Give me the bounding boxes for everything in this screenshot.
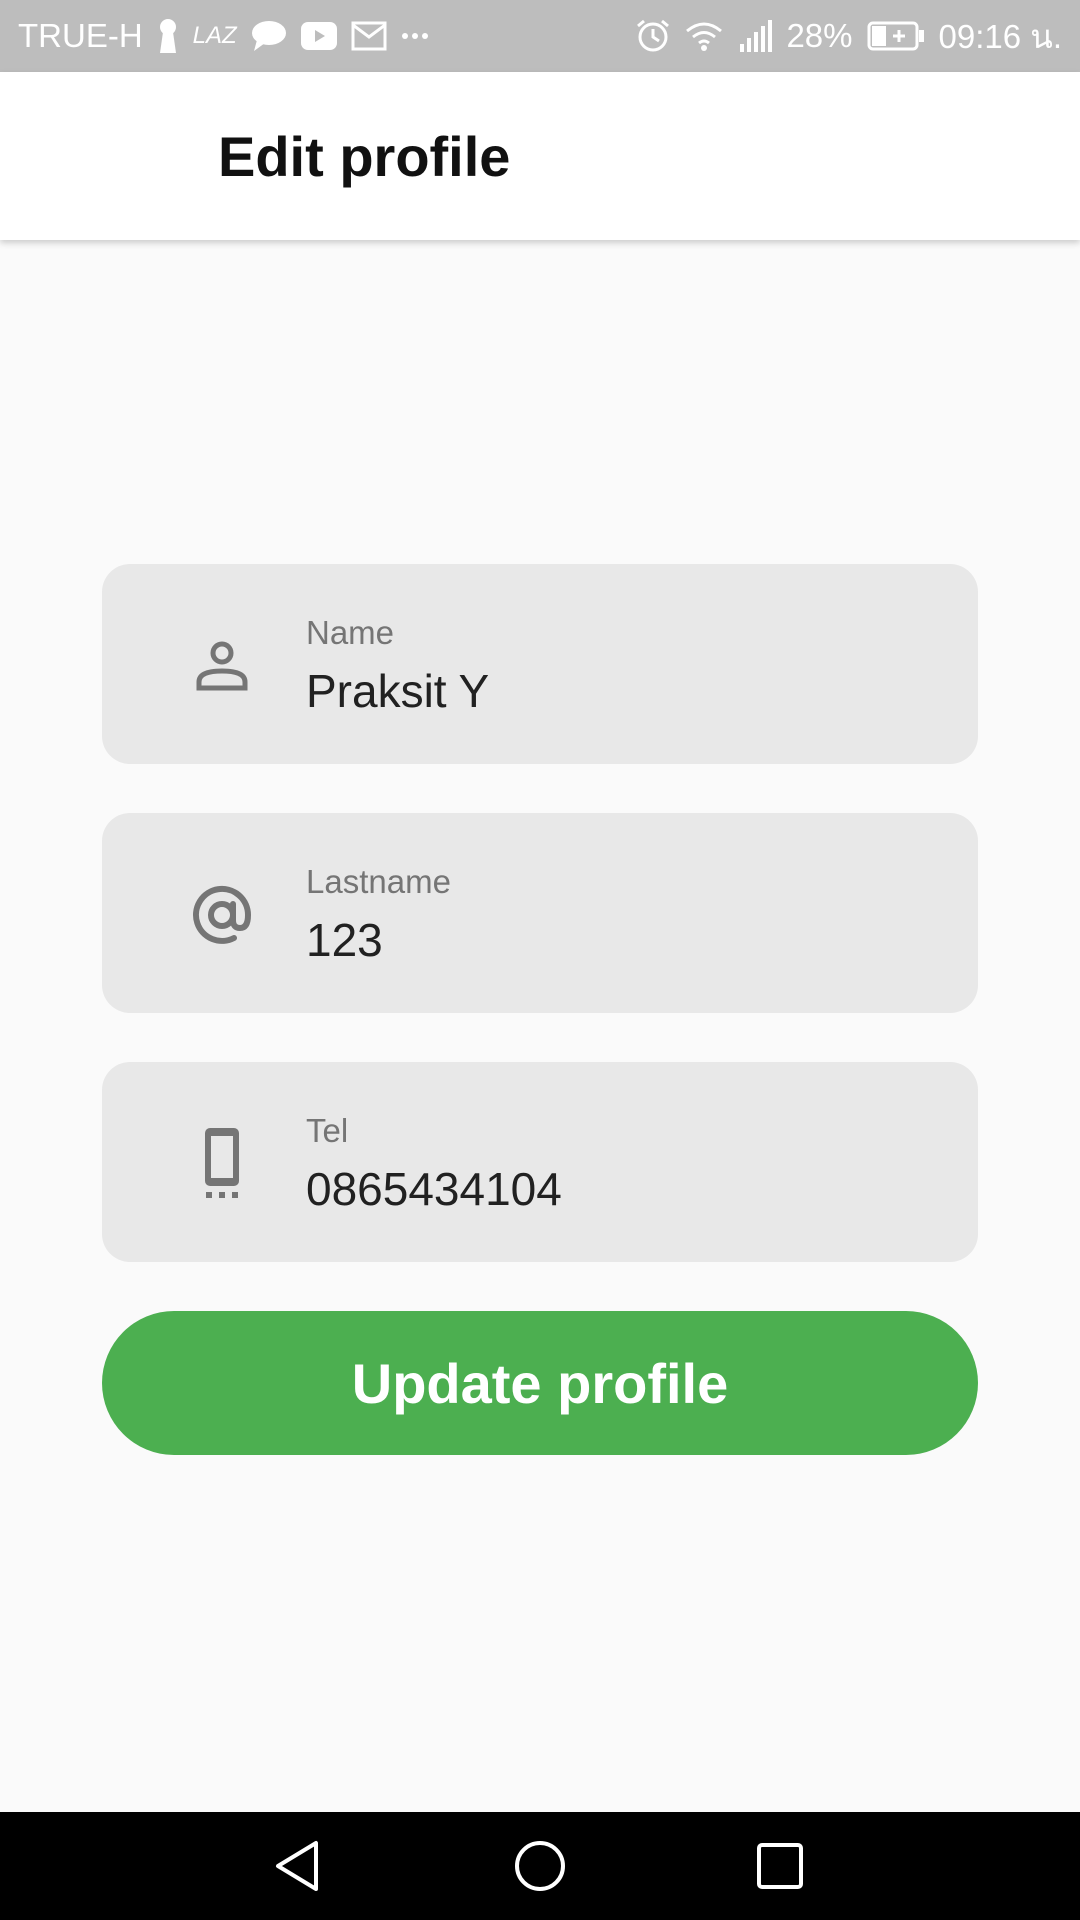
update-profile-button[interactable]: Update profile	[102, 1311, 978, 1455]
name-field[interactable]: Name Praksit Y	[102, 564, 978, 764]
wifi-icon	[684, 20, 724, 52]
more-dots-icon	[401, 31, 429, 41]
status-bar-left: TRUE-H LAZ	[18, 17, 429, 55]
tel-field-value[interactable]: 0865434104	[306, 1162, 562, 1216]
lastname-field-label: Lastname	[306, 863, 451, 900]
person-icon	[190, 634, 254, 698]
tel-field-label: Tel	[306, 1112, 349, 1149]
recents-square-icon[interactable]	[740, 1826, 820, 1906]
battery-charging-icon	[867, 21, 925, 51]
lastname-field-value[interactable]: 123	[306, 913, 383, 967]
youtube-icon	[300, 22, 337, 50]
alarm-icon	[636, 19, 670, 53]
signal-icon	[738, 20, 773, 52]
keyhole-icon	[157, 18, 179, 54]
battery-percent: 28%	[786, 17, 853, 54]
status-bar: TRUE-H LAZ 28% 09:16 น.	[0, 0, 1080, 72]
name-field-label: Name	[306, 614, 395, 651]
at-sign-icon	[190, 883, 254, 947]
smartphone-icon	[190, 1128, 254, 1198]
navigation-bar	[0, 1812, 1080, 1920]
carrier-name: TRUE-H	[18, 17, 143, 54]
clock-time: 09:16 น.	[938, 17, 1062, 55]
lastname-field[interactable]: Lastname 123	[102, 813, 978, 1013]
chat-bubble-icon	[251, 20, 287, 52]
back-triangle-icon[interactable]	[260, 1826, 340, 1906]
page-title: Edit profile	[218, 125, 511, 188]
tel-field[interactable]: Tel 0865434104	[102, 1062, 978, 1262]
home-circle-icon[interactable]	[500, 1826, 580, 1906]
status-bar-right: 28% 09:16 น.	[636, 10, 1062, 63]
app-bar: Edit profile	[0, 72, 1080, 240]
mail-icon	[351, 21, 387, 51]
name-field-value[interactable]: Praksit Y	[306, 664, 489, 718]
laz-icon: LAZ	[192, 22, 237, 49]
